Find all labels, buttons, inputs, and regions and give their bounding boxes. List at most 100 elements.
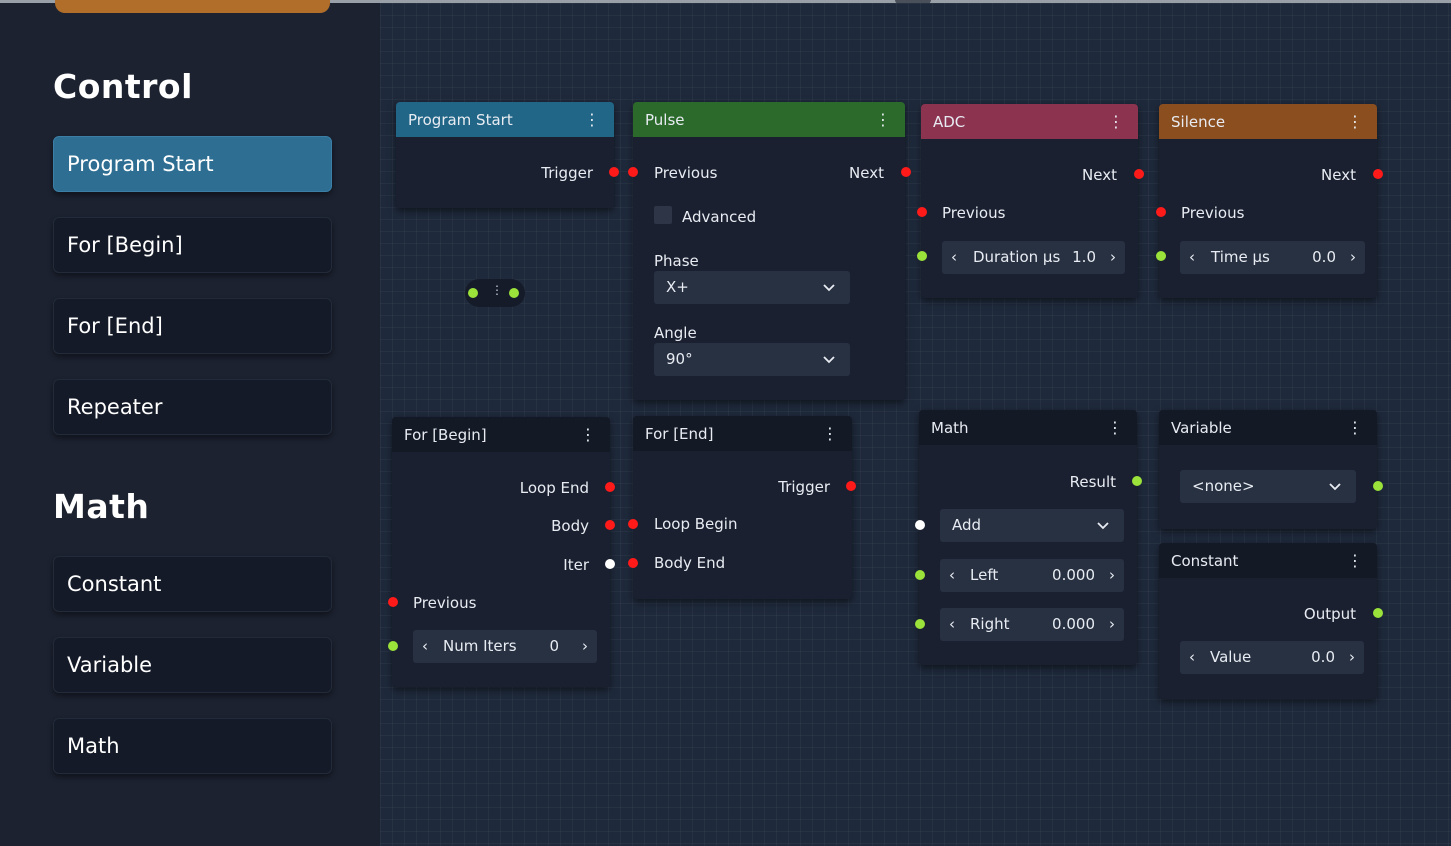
kebab-icon[interactable]: ⋮ — [491, 283, 503, 297]
chevron-right-icon[interactable]: › — [1346, 241, 1360, 274]
time-label: Time µs — [1211, 248, 1270, 266]
palette-item-math[interactable]: Math — [53, 718, 332, 774]
kebab-icon[interactable]: ⋮ — [822, 416, 838, 451]
body-label: Body — [551, 517, 589, 535]
kebab-icon[interactable]: ⋮ — [1347, 410, 1363, 445]
chevron-left-icon[interactable]: ‹ — [945, 559, 959, 592]
chevron-left-icon[interactable]: ‹ — [947, 241, 961, 274]
node-adc[interactable]: ADC ⋮ Next Previous ‹ Duration µs 1.0 › — [921, 104, 1138, 298]
time-stepper[interactable]: ‹ Time µs 0.0 › — [1180, 241, 1365, 274]
node-header[interactable]: Constant ⋮ — [1159, 543, 1377, 578]
chevron-right-icon[interactable]: › — [578, 630, 592, 663]
chevron-left-icon[interactable]: ‹ — [945, 608, 959, 641]
phase-value: X+ — [666, 278, 689, 296]
palette-item-program-start[interactable]: Program Start — [53, 136, 332, 192]
constant-output-port[interactable] — [1373, 608, 1383, 618]
palette-item-for-end[interactable]: For [End] — [53, 298, 332, 354]
chevron-left-icon[interactable]: ‹ — [1185, 241, 1199, 274]
node-palette-sidebar: Control Program Start For [Begin] For [E… — [0, 0, 380, 846]
kebab-icon[interactable]: ⋮ — [584, 102, 600, 137]
duration-stepper[interactable]: ‹ Duration µs 1.0 › — [942, 241, 1125, 274]
adc-duration-port[interactable] — [917, 251, 927, 261]
silence-next-port[interactable] — [1373, 169, 1383, 179]
section-title-control: Control — [53, 67, 193, 106]
node-for-end[interactable]: For [End] ⋮ Trigger Loop Begin Body End — [633, 416, 852, 599]
output-label: Output — [1303, 605, 1356, 623]
kebab-icon[interactable]: ⋮ — [1107, 410, 1123, 445]
kebab-icon[interactable]: ⋮ — [875, 102, 891, 137]
program-start-trigger-port[interactable] — [609, 167, 619, 177]
reroute-output-port[interactable] — [509, 288, 519, 298]
for-begin-body-port[interactable] — [605, 520, 615, 530]
node-program-start[interactable]: Program Start ⋮ Trigger — [396, 102, 614, 208]
node-header[interactable]: Silence ⋮ — [1159, 104, 1377, 139]
variable-output-port[interactable] — [1373, 481, 1383, 491]
palette-item-constant[interactable]: Constant — [53, 556, 332, 612]
num-iters-value[interactable]: 0 — [549, 630, 559, 663]
node-for-begin[interactable]: For [Begin] ⋮ Loop End Body Iter Previou… — [392, 417, 610, 687]
reroute-input-port[interactable] — [468, 288, 478, 298]
math-left-port[interactable] — [915, 570, 925, 580]
advanced-checkbox[interactable] — [654, 206, 672, 224]
node-header[interactable]: Variable ⋮ — [1159, 410, 1377, 445]
chevron-left-icon[interactable]: ‹ — [418, 630, 432, 663]
node-pulse[interactable]: Pulse ⋮ Previous Next Advanced Phase X+ … — [633, 102, 905, 400]
value-value[interactable]: 0.0 — [1311, 641, 1335, 674]
right-stepper[interactable]: ‹ Right 0.000 › — [940, 608, 1124, 641]
chevron-right-icon[interactable]: › — [1345, 641, 1359, 674]
math-result-port[interactable] — [1132, 476, 1142, 486]
node-header[interactable]: For [End] ⋮ — [633, 416, 852, 451]
for-end-trigger-port[interactable] — [846, 481, 856, 491]
phase-select[interactable]: X+ — [654, 271, 850, 304]
node-variable[interactable]: Variable ⋮ <none> — [1159, 410, 1377, 529]
node-header[interactable]: Program Start ⋮ — [396, 102, 614, 137]
operation-select[interactable]: Add — [940, 509, 1124, 542]
for-begin-num-iters-port[interactable] — [388, 641, 398, 651]
pulse-previous-port[interactable] — [628, 167, 638, 177]
node-header[interactable]: Math ⋮ — [919, 410, 1137, 445]
left-value[interactable]: 0.000 — [1052, 559, 1095, 592]
reroute-node[interactable]: ⋮ — [465, 279, 525, 307]
phase-label: Phase — [654, 252, 699, 270]
adc-previous-port[interactable] — [917, 207, 927, 217]
node-constant[interactable]: Constant ⋮ Output ‹ Value 0.0 › — [1159, 543, 1377, 699]
math-right-port[interactable] — [915, 619, 925, 629]
kebab-icon[interactable]: ⋮ — [1347, 543, 1363, 578]
kebab-icon[interactable]: ⋮ — [1347, 104, 1363, 139]
palette-item-repeater[interactable]: Repeater — [53, 379, 332, 435]
left-stepper[interactable]: ‹ Left 0.000 › — [940, 559, 1124, 592]
for-end-loop-begin-port[interactable] — [628, 519, 638, 529]
for-begin-previous-port[interactable] — [388, 597, 398, 607]
palette-item-partial[interactable] — [55, 0, 330, 13]
variable-select[interactable]: <none> — [1180, 470, 1356, 503]
pulse-next-port[interactable] — [901, 167, 911, 177]
time-value[interactable]: 0.0 — [1312, 241, 1336, 274]
silence-previous-port[interactable] — [1156, 207, 1166, 217]
adc-next-port[interactable] — [1134, 169, 1144, 179]
duration-value[interactable]: 1.0 — [1072, 241, 1096, 274]
palette-item-for-begin[interactable]: For [Begin] — [53, 217, 332, 273]
chevron-right-icon[interactable]: › — [1105, 608, 1119, 641]
palette-item-variable[interactable]: Variable — [53, 637, 332, 693]
node-header[interactable]: For [Begin] ⋮ — [392, 417, 610, 452]
value-stepper[interactable]: ‹ Value 0.0 › — [1180, 641, 1364, 674]
math-operation-port[interactable] — [915, 520, 925, 530]
chevron-right-icon[interactable]: › — [1106, 241, 1120, 274]
node-header[interactable]: Pulse ⋮ — [633, 102, 905, 137]
kebab-icon[interactable]: ⋮ — [1108, 104, 1124, 139]
for-begin-loop-end-port[interactable] — [605, 482, 615, 492]
kebab-icon[interactable]: ⋮ — [580, 417, 596, 452]
chevron-left-icon[interactable]: ‹ — [1185, 641, 1199, 674]
chevron-right-icon[interactable]: › — [1105, 559, 1119, 592]
previous-label: Previous — [1181, 204, 1245, 222]
node-header[interactable]: ADC ⋮ — [921, 104, 1138, 139]
right-value[interactable]: 0.000 — [1052, 608, 1095, 641]
for-end-body-end-port[interactable] — [628, 558, 638, 568]
angle-select[interactable]: 90° — [654, 343, 850, 376]
for-begin-iter-port[interactable] — [605, 559, 615, 569]
node-math[interactable]: Math ⋮ Result Add ‹ Left 0.000 › ‹ Right… — [919, 410, 1137, 665]
node-silence[interactable]: Silence ⋮ Next Previous ‹ Time µs 0.0 › — [1159, 104, 1377, 298]
silence-time-port[interactable] — [1156, 251, 1166, 261]
num-iters-stepper[interactable]: ‹ Num Iters 0 › — [413, 630, 597, 663]
node-title: Program Start — [408, 111, 513, 129]
